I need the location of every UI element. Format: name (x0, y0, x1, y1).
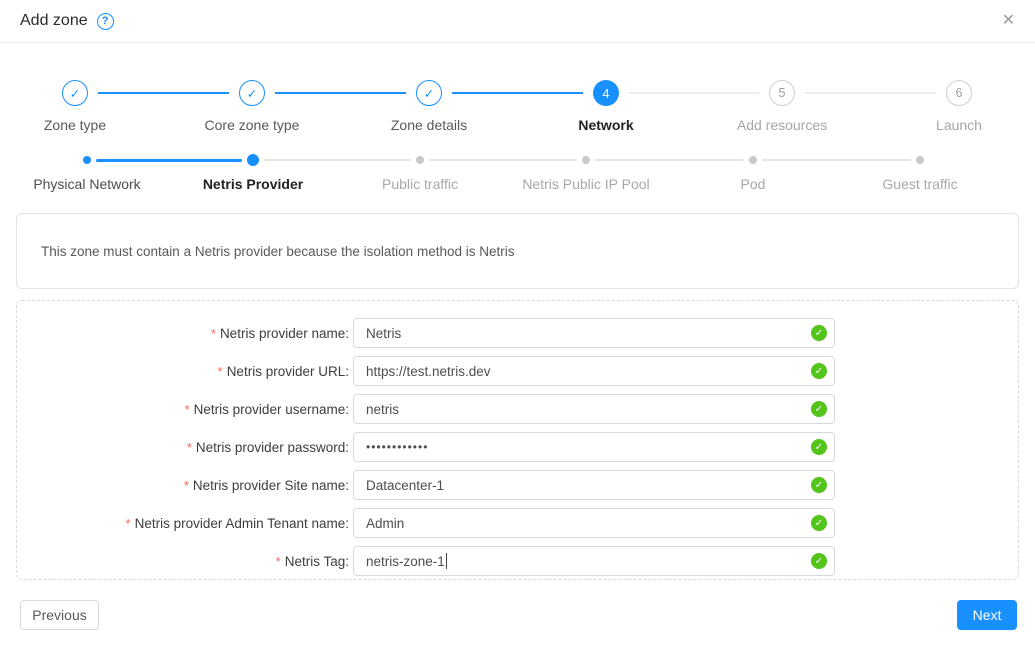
input-value: netris-zone-1 (366, 554, 445, 569)
field-label: *Netris Tag: (17, 554, 349, 569)
step-check-icon: ✓ (62, 80, 88, 106)
input-value: https://test.netris.dev (366, 364, 491, 379)
substep-dot (749, 156, 757, 164)
step-connector (275, 92, 406, 94)
step-label-add-resources: Add resources (697, 117, 867, 133)
network-substeps: Physical Network Netris Provider Public … (0, 148, 1035, 200)
dialog-title: Add zone (20, 12, 88, 30)
field-label: *Netris provider password: (17, 440, 349, 455)
step-label-core-zone-type: Core zone type (167, 117, 337, 133)
step-number-badge: 5 (769, 80, 795, 106)
input-value: Datacenter-1 (366, 478, 444, 493)
substep-dot (416, 156, 424, 164)
netris-provider-form: *Netris provider name: Netris ✓ *Netris … (16, 300, 1019, 580)
step-label-network: Network (521, 117, 691, 133)
required-asterisk: * (187, 440, 192, 455)
substep-dot (247, 154, 259, 166)
required-asterisk: * (218, 364, 223, 379)
required-asterisk: * (276, 554, 281, 569)
substep-connector (264, 159, 411, 161)
step-number-badge: 6 (946, 80, 972, 106)
dialog-header: Add zone ? ✕ (0, 0, 1035, 43)
input-value: Admin (366, 516, 404, 531)
substep-dot (582, 156, 590, 164)
valid-check-icon: ✓ (811, 401, 827, 417)
netris-provider-url-input[interactable]: https://test.netris.dev ✓ (353, 356, 835, 386)
valid-check-icon: ✓ (811, 515, 827, 531)
step-label-zone-details: Zone details (344, 117, 514, 133)
previous-button[interactable]: Previous (20, 600, 99, 630)
close-icon[interactable]: ✕ (998, 9, 1019, 33)
netris-provider-admin-tenant-name-input[interactable]: Admin ✓ (353, 508, 835, 538)
valid-check-icon: ✓ (811, 363, 827, 379)
text-cursor (446, 553, 448, 569)
step-connector (805, 92, 936, 94)
step-label-launch: Launch (874, 117, 1035, 133)
form-row: *Netris provider username: netris ✓ (17, 394, 1018, 424)
input-value: Netris (366, 326, 401, 341)
field-label: *Netris provider name: (17, 326, 349, 341)
netris-provider-password-input[interactable]: •••••••••••• ✓ (353, 432, 835, 462)
step-connector (629, 92, 759, 94)
required-asterisk: * (211, 326, 216, 341)
substep-connector (429, 159, 577, 161)
step-check-icon: ✓ (416, 80, 442, 106)
required-asterisk: * (126, 516, 131, 531)
netris-provider-username-input[interactable]: netris ✓ (353, 394, 835, 424)
step-connector (452, 92, 583, 94)
substep-connector (762, 159, 911, 161)
field-label: *Netris provider URL: (17, 364, 349, 379)
notice-text: This zone must contain a Netris provider… (41, 244, 514, 259)
step-connector (98, 92, 229, 94)
netris-provider-name-input[interactable]: Netris ✓ (353, 318, 835, 348)
wizard-steps: ✓ ✓ ✓ 4 5 6 Zone type Core zone type Zon… (0, 70, 1035, 142)
step-label-zone-type: Zone type (0, 117, 160, 133)
substep-dot (83, 156, 91, 164)
step-number-badge: 4 (593, 80, 619, 106)
help-icon[interactable]: ? (97, 13, 114, 30)
form-row: *Netris provider URL: https://test.netri… (17, 356, 1018, 386)
valid-check-icon: ✓ (811, 553, 827, 569)
step-check-icon: ✓ (239, 80, 265, 106)
form-row: *Netris Tag: netris-zone-1 ✓ (17, 546, 1018, 576)
required-asterisk: * (185, 402, 190, 417)
input-value-masked: •••••••••••• (366, 440, 428, 454)
required-asterisk: * (184, 478, 189, 493)
form-row: *Netris provider Site name: Datacenter-1… (17, 470, 1018, 500)
valid-check-icon: ✓ (811, 477, 827, 493)
valid-check-icon: ✓ (811, 439, 827, 455)
valid-check-icon: ✓ (811, 325, 827, 341)
input-value: netris (366, 402, 399, 417)
next-button[interactable]: Next (957, 600, 1017, 630)
form-row: *Netris provider Admin Tenant name: Admi… (17, 508, 1018, 538)
field-label: *Netris provider username: (17, 402, 349, 417)
field-label: *Netris provider Site name: (17, 478, 349, 493)
isolation-method-notice: This zone must contain a Netris provider… (16, 213, 1019, 289)
netris-tag-input[interactable]: netris-zone-1 ✓ (353, 546, 835, 576)
substep-label-guest-traffic: Guest traffic (810, 176, 1030, 192)
form-row: *Netris provider name: Netris ✓ (17, 318, 1018, 348)
netris-provider-site-name-input[interactable]: Datacenter-1 ✓ (353, 470, 835, 500)
substep-connector (595, 159, 744, 161)
substep-dot (916, 156, 924, 164)
field-label: *Netris provider Admin Tenant name: (17, 516, 349, 531)
form-row: *Netris provider password: •••••••••••• … (17, 432, 1018, 462)
substep-connector (96, 159, 242, 162)
